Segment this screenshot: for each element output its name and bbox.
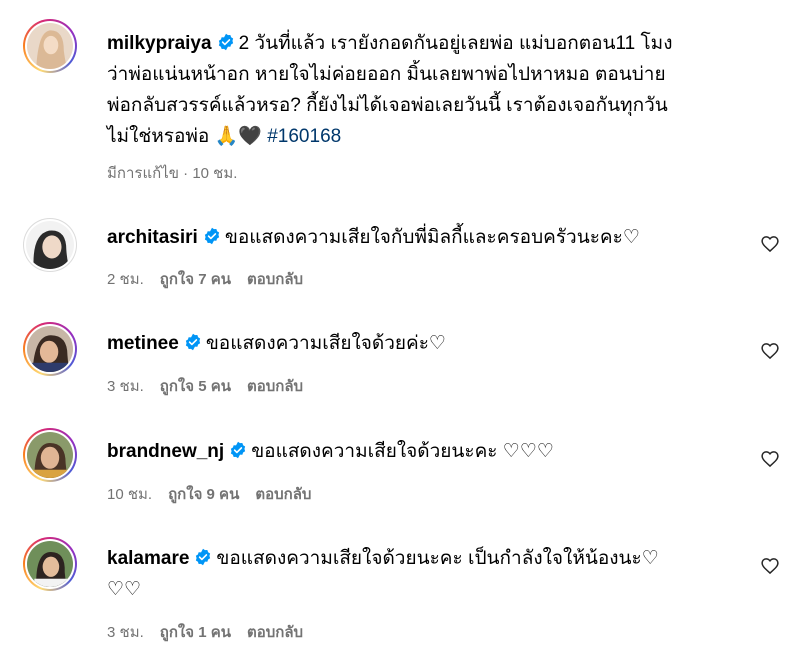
comment-text: ขอแสดงความเสียใจด้วยนะคะ เป็นกำลังใจให้น… — [216, 548, 659, 569]
comment-text: ขอแสดงความเสียใจกับพี่มิลกี้และครอบครัวน… — [224, 227, 640, 248]
comment-meta: 3 ชม. ถูกใจ 5 คน ตอบกลับ — [107, 374, 319, 398]
comment-text: ขอแสดงความเสียใจด้วยค่ะ♡ — [205, 333, 446, 354]
like-count[interactable]: ถูกใจ 5 คน — [160, 378, 231, 395]
comment-username[interactable]: architasiri — [107, 227, 198, 248]
caption-line: ว่าพ่อแน่นหน้าอก หายใจไม่ค่อยออก มิ้นเลย… — [107, 64, 666, 85]
verified-badge-icon — [184, 333, 202, 351]
heart-outline-icon[interactable] — [760, 556, 780, 576]
comment-meta: 2 ชม. ถูกใจ 7 คน ตอบกลับ — [107, 267, 319, 291]
heart-outline-icon[interactable] — [760, 234, 780, 254]
comment-username[interactable]: brandnew_nj — [107, 441, 224, 462]
comment-body: brandnew_nj ขอแสดงความเสียใจด้วยนะคะ ♡♡♡ — [107, 436, 740, 467]
comment-username[interactable]: metinee — [107, 333, 179, 354]
heart-outline-icon[interactable] — [760, 341, 780, 361]
verified-badge-icon — [229, 441, 247, 459]
avatar[interactable] — [23, 322, 77, 376]
comment-body: metinee ขอแสดงความเสียใจด้วยค่ะ♡ — [107, 328, 740, 359]
verified-badge-icon — [203, 227, 221, 245]
comment-time[interactable]: 3 ชม. — [107, 624, 144, 641]
comment-username[interactable]: kalamare — [107, 548, 189, 569]
heart-outline-icon[interactable] — [760, 449, 780, 469]
reply-button[interactable]: ตอบกลับ — [247, 378, 303, 395]
edited-label: มีการแก้ไข · 10 ชม. — [107, 165, 238, 182]
comment-body: kalamare ขอแสดงความเสียใจด้วยนะคะ เป็นกำล… — [107, 543, 740, 605]
caption-body: milkypraiya 2 วันที่แล้ว เรายังกอดกันอยู่… — [107, 28, 740, 152]
verified-badge-icon — [194, 548, 212, 566]
hashtag-link[interactable]: #160168 — [267, 126, 341, 147]
verified-badge-icon — [217, 33, 235, 51]
comment-time[interactable]: 3 ชม. — [107, 378, 144, 395]
reply-button[interactable]: ตอบกลับ — [255, 486, 311, 503]
reply-button[interactable]: ตอบกลับ — [247, 271, 303, 288]
reply-button[interactable]: ตอบกลับ — [247, 624, 303, 641]
like-count[interactable]: ถูกใจ 1 คน — [160, 624, 231, 641]
like-count[interactable]: ถูกใจ 9 คน — [168, 486, 239, 503]
comment-text: ♡♡ — [107, 579, 142, 600]
avatar[interactable] — [23, 218, 77, 272]
post-username[interactable]: milkypraiya — [107, 33, 212, 54]
caption-line: พ่อกลับสวรรค์แล้วหรอ? กี้ยังไม่ได้เจอพ่อ… — [107, 95, 668, 116]
comment-text: ขอแสดงความเสียใจด้วยนะคะ ♡♡♡ — [251, 441, 554, 462]
caption-line: 2 วันที่แล้ว เรายังกอดกันอยู่เลยพ่อ แม่บ… — [238, 33, 673, 54]
caption-line: ไม่ใช่หรอพ่อ — [107, 126, 210, 147]
comment-time[interactable]: 10 ชม. — [107, 486, 152, 503]
comment-meta: 3 ชม. ถูกใจ 1 คน ตอบกลับ — [107, 620, 319, 644]
caption-meta: มีการแก้ไข · 10 ชม. — [107, 161, 253, 185]
comment-meta: 10 ชม. ถูกใจ 9 คน ตอบกลับ — [107, 482, 327, 506]
like-count[interactable]: ถูกใจ 7 คน — [160, 271, 231, 288]
avatar[interactable] — [23, 537, 77, 591]
comment-time[interactable]: 2 ชม. — [107, 271, 144, 288]
caption-emoji: 🙏🖤 — [214, 125, 262, 147]
avatar[interactable] — [23, 428, 77, 482]
comment-body: architasiri ขอแสดงความเสียใจกับพี่มิลกี้แ… — [107, 222, 740, 253]
avatar[interactable] — [23, 19, 77, 73]
